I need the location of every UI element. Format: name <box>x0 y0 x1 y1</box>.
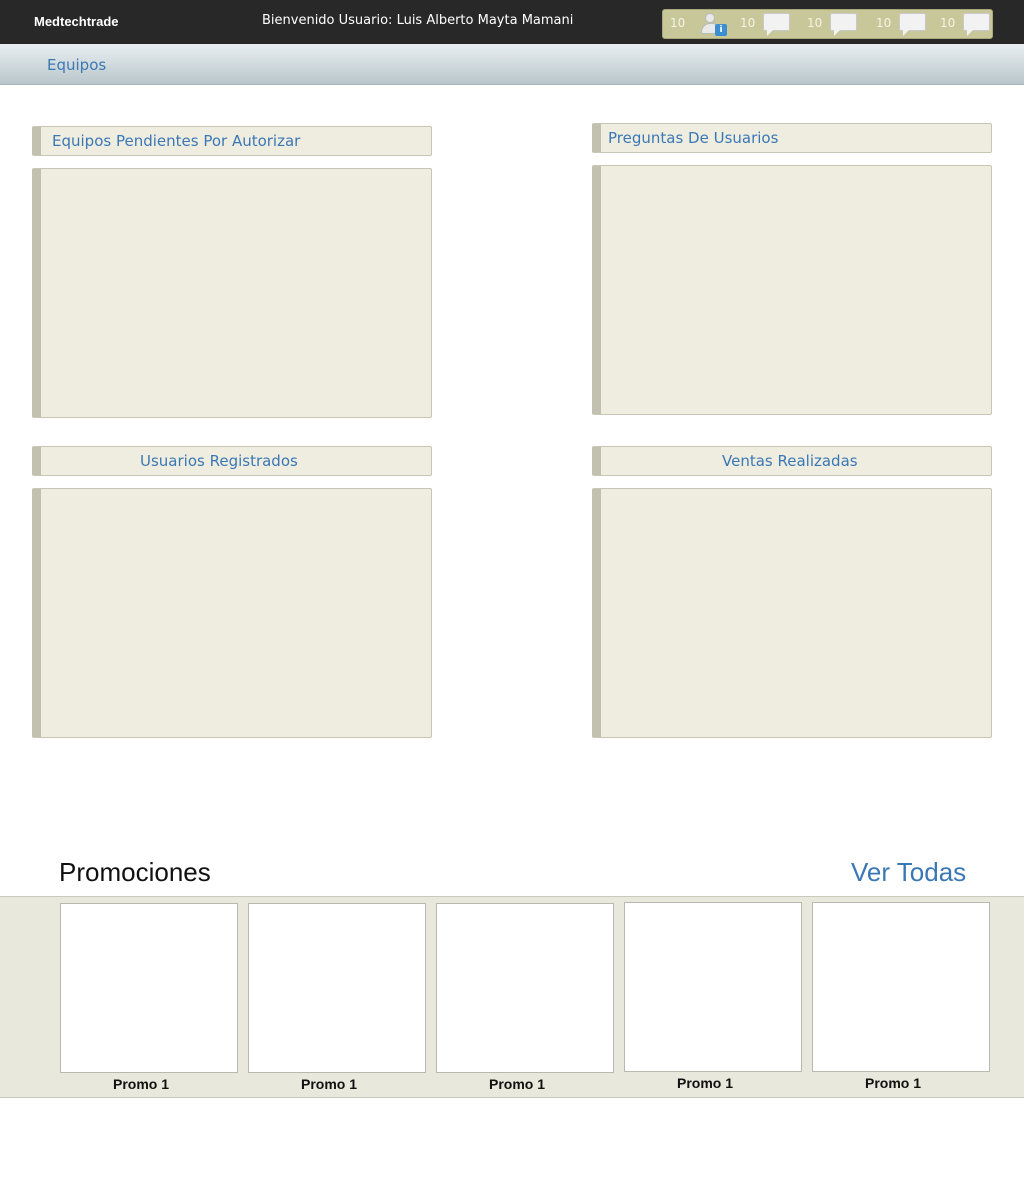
promo-card[interactable] <box>436 903 614 1073</box>
promo-card[interactable] <box>60 903 238 1073</box>
panel-header-ventas-realizadas: Ventas Realizadas <box>592 446 992 476</box>
promo-label: Promo 1 <box>864 1075 921 1091</box>
panel-header-equipos-pendientes: Equipos Pendientes Por Autorizar <box>32 126 432 156</box>
notification-users[interactable]: 10 i <box>670 10 732 38</box>
promo-label: Promo 1 <box>300 1076 357 1092</box>
view-all-link[interactable]: Ver Todas <box>851 857 966 888</box>
promotions-strip: Promo 1 Promo 1 Promo 1 Promo 1 Promo 1 <box>0 896 1024 1098</box>
promo-label: Promo 1 <box>488 1076 545 1092</box>
panel-ventas-realizadas <box>592 488 992 738</box>
promo-label: Promo 1 <box>676 1075 733 1091</box>
notification-messages-2[interactable]: 10 <box>807 10 862 38</box>
speech-bubble-icon <box>763 13 790 36</box>
notification-messages-4[interactable]: 10 <box>940 10 995 38</box>
notification-count: 10 <box>807 16 823 30</box>
panel-title: Ventas Realizadas <box>722 452 858 470</box>
notifications-bar: 10 i 10 10 10 10 <box>662 9 993 39</box>
welcome-message: Bienvenido Usuario: Luis Alberto Mayta M… <box>262 13 574 28</box>
nav-item-equipos[interactable]: Equipos <box>47 56 106 74</box>
speech-bubble-icon <box>830 13 857 36</box>
panel-header-usuarios-registrados: Usuarios Registrados <box>32 446 432 476</box>
user-info-icon: i <box>700 11 730 37</box>
promo-card[interactable] <box>624 902 802 1072</box>
notification-messages-3[interactable]: 10 <box>876 10 931 38</box>
notification-count: 10 <box>740 16 756 30</box>
promo-label: Promo 1 <box>112 1076 169 1092</box>
panel-equipos-pendientes <box>32 168 432 418</box>
speech-bubble-icon <box>963 13 990 36</box>
panel-header-preguntas: Preguntas De Usuarios <box>592 123 992 153</box>
notification-count: 10 <box>876 16 892 30</box>
panel-preguntas <box>592 165 992 415</box>
promotions-title: Promociones <box>59 857 211 887</box>
notification-count: 10 <box>940 16 956 30</box>
panel-usuarios-registrados <box>32 488 432 738</box>
notification-count: 10 <box>670 16 686 30</box>
panel-title: Preguntas De Usuarios <box>608 129 779 147</box>
promo-card[interactable] <box>812 902 990 1072</box>
promo-card[interactable] <box>248 903 426 1073</box>
panel-title: Usuarios Registrados <box>140 452 298 470</box>
nav-bar: Equipos <box>0 44 1024 85</box>
notification-messages-1[interactable]: 10 <box>740 10 795 38</box>
top-bar: Medtechtrade Bienvenido Usuario: Luis Al… <box>0 0 1024 44</box>
brand-logo[interactable]: Medtechtrade <box>34 14 119 29</box>
panel-title: Equipos Pendientes Por Autorizar <box>52 132 301 150</box>
speech-bubble-icon <box>899 13 926 36</box>
